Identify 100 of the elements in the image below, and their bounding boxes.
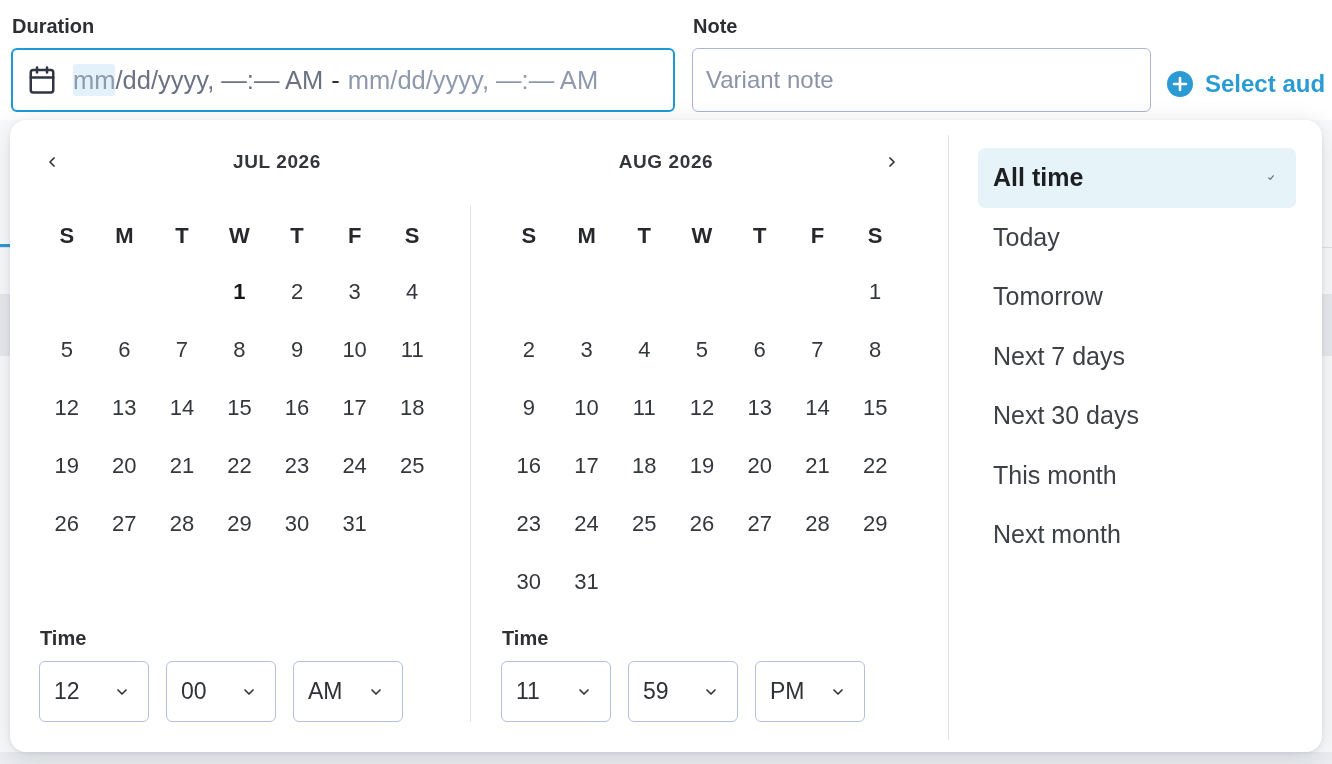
- calendar-day[interactable]: 8: [853, 328, 898, 372]
- period-select[interactable]: AM: [293, 661, 403, 722]
- period-select[interactable]: PM: [755, 661, 865, 722]
- hour-select[interactable]: 11: [501, 661, 611, 722]
- calendar-day[interactable]: 7: [795, 328, 840, 372]
- calendar-day[interactable]: 28: [795, 502, 840, 546]
- calendar-day[interactable]: 25: [622, 502, 667, 546]
- calendar-day[interactable]: 26: [44, 502, 89, 546]
- calendar-day[interactable]: 12: [44, 386, 89, 430]
- preset-option[interactable]: Next month: [978, 505, 1296, 565]
- weekday-label: T: [637, 223, 651, 249]
- calendar-day[interactable]: 27: [737, 502, 782, 546]
- calendar-day[interactable]: 30: [275, 502, 320, 546]
- check-icon: [1268, 175, 1274, 181]
- date-placeholder: mm/dd/yyyy, —:— AM: [347, 65, 599, 96]
- calendar-day[interactable]: 15: [217, 386, 262, 430]
- weekday-label: S: [404, 223, 420, 249]
- time-label: Time: [502, 628, 549, 648]
- calendar-day[interactable]: 8: [217, 328, 262, 372]
- preset-option[interactable]: All time: [978, 148, 1296, 208]
- calendar-day[interactable]: 6: [737, 328, 782, 372]
- weekday-label: F: [810, 223, 825, 249]
- month-title: AUG 2026: [617, 151, 715, 173]
- calendar-day[interactable]: 22: [853, 444, 898, 488]
- field-label: Duration: [12, 14, 95, 38]
- calendar-day[interactable]: 9: [275, 328, 320, 372]
- calendar-day[interactable]: 4: [622, 328, 667, 372]
- calendar-day[interactable]: 27: [102, 502, 147, 546]
- calendar-day[interactable]: 31: [332, 502, 377, 546]
- calendar-day[interactable]: 3: [564, 328, 609, 372]
- weekday-label: T: [175, 223, 189, 249]
- time-label: Time: [40, 628, 87, 648]
- calendar-day[interactable]: 23: [275, 444, 320, 488]
- calendar-day[interactable]: 29: [217, 502, 262, 546]
- calendar-day[interactable]: 20: [737, 444, 782, 488]
- calendar-day[interactable]: 11: [622, 386, 667, 430]
- calendar-day[interactable]: 19: [680, 444, 724, 488]
- calendar-day[interactable]: 5: [44, 328, 89, 372]
- calendar-day[interactable]: 15: [853, 386, 898, 430]
- preset-option[interactable]: Next 7 days: [978, 326, 1296, 386]
- preset-option[interactable]: This month: [978, 445, 1296, 505]
- calendar-day[interactable]: 20: [102, 444, 147, 488]
- calendar-day[interactable]: 25: [390, 444, 435, 488]
- calendar-day[interactable]: 7: [159, 328, 204, 372]
- calendar-day[interactable]: 13: [737, 386, 782, 430]
- calendar-day[interactable]: 11: [390, 328, 435, 372]
- calendar-day[interactable]: 17: [332, 386, 377, 430]
- calendar-day[interactable]: 5: [680, 328, 724, 372]
- calendar-day[interactable]: 21: [159, 444, 204, 488]
- calendar-day[interactable]: 22: [217, 444, 262, 488]
- calendar-day[interactable]: 18: [622, 444, 667, 488]
- weekday-label: S: [521, 223, 537, 249]
- weekday-label: M: [577, 223, 596, 249]
- weekday-label: S: [867, 223, 883, 249]
- calendar-day[interactable]: 9: [506, 386, 551, 430]
- calendar-day[interactable]: 17: [564, 444, 609, 488]
- calendar-day[interactable]: 3: [332, 270, 377, 314]
- calendar-day[interactable]: 2: [275, 270, 320, 314]
- calendar-day[interactable]: 13: [102, 386, 147, 430]
- calendar-day[interactable]: 24: [332, 444, 377, 488]
- calendar-day[interactable]: 21: [795, 444, 840, 488]
- calendar-day[interactable]: 26: [680, 502, 724, 546]
- calendar-day[interactable]: 12: [680, 386, 724, 430]
- hour-select[interactable]: 12: [39, 661, 149, 722]
- weekday-label: T: [752, 223, 767, 249]
- range-separator: -: [331, 65, 340, 96]
- preset-option[interactable]: Today: [978, 207, 1296, 267]
- date-range-field[interactable]: mm/dd/yyyy, —:— AM - mm/dd/yyyy, —:— AM: [11, 48, 675, 112]
- minute-select[interactable]: 00: [166, 661, 276, 722]
- calendar-day[interactable]: 24: [564, 502, 609, 546]
- calendar-day[interactable]: 1: [217, 270, 262, 314]
- calendar-day[interactable]: 18: [390, 386, 435, 430]
- calendar-day[interactable]: 4: [390, 270, 435, 314]
- calendar-day[interactable]: 2: [506, 328, 551, 372]
- calendar-day[interactable]: 31: [564, 560, 609, 604]
- month-title: JUL 2026: [232, 151, 322, 173]
- calendar-day[interactable]: 28: [159, 502, 204, 546]
- calendar-day[interactable]: 23: [506, 502, 551, 546]
- calendar-day[interactable]: 16: [275, 386, 320, 430]
- weekday-label: T: [290, 223, 304, 249]
- preset-option[interactable]: Tomorrow: [978, 267, 1296, 327]
- calendar-icon: [27, 65, 57, 95]
- calendar-day[interactable]: 14: [159, 386, 204, 430]
- calendar-day[interactable]: 1: [853, 270, 898, 314]
- calendar-day[interactable]: 16: [506, 444, 551, 488]
- calendar-day[interactable]: 19: [44, 444, 89, 488]
- calendar-day[interactable]: 14: [795, 386, 840, 430]
- weekday-label: M: [115, 223, 134, 249]
- calendar-day[interactable]: 10: [332, 328, 377, 372]
- minute-select[interactable]: 59: [628, 661, 738, 722]
- weekday-label: F: [347, 223, 362, 249]
- calendar-day[interactable]: 29: [853, 502, 898, 546]
- field-label: Note: [693, 14, 738, 38]
- calendar-day[interactable]: 30: [506, 560, 551, 604]
- calendar-day[interactable]: 6: [102, 328, 147, 372]
- calendar-day[interactable]: 10: [564, 386, 609, 430]
- note-input[interactable]: Variant note: [692, 48, 1151, 112]
- weekday-label: W: [229, 223, 250, 249]
- date-segment[interactable]: /dd/yyyy, —:— AM: [115, 64, 324, 96]
- preset-option[interactable]: Next 30 days: [978, 386, 1296, 446]
